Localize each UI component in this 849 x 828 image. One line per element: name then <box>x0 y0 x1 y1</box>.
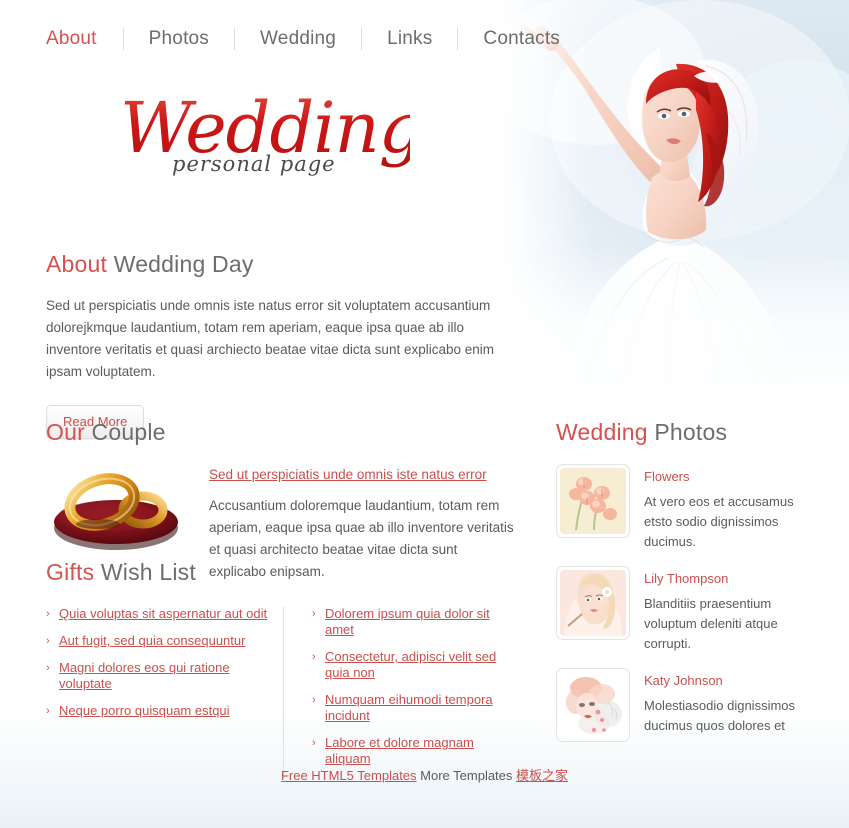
list-item: › Quia voluptas sit aspernatur aut odit <box>46 606 283 622</box>
couple-heading: Our Couple <box>46 418 516 446</box>
nav-item-about[interactable]: About <box>46 26 123 52</box>
photo-title[interactable]: Flowers <box>644 469 816 484</box>
chevron-right-icon: › <box>312 651 316 663</box>
photo-description: Blanditiis praesentium voluptum deleniti… <box>644 596 778 651</box>
gifts-heading-accent: Gifts <box>46 559 95 585</box>
couple-heading-rest: Couple <box>84 419 166 445</box>
chevron-right-icon: › <box>46 635 50 647</box>
footer-plain-text: More Templates <box>416 768 517 783</box>
list-item: › Aut fugit, sed quia consequuntur <box>46 633 283 649</box>
chevron-right-icon: › <box>46 662 50 674</box>
list-item: › Consectetur, adipisci velit sed quia no… <box>312 649 516 681</box>
hero-bottom-fade <box>500 250 849 420</box>
chevron-right-icon: › <box>46 608 50 620</box>
lily-thompson-thumbnail[interactable] <box>556 566 630 640</box>
photos-heading-rest: Photos <box>647 419 728 445</box>
chevron-right-icon: › <box>312 737 316 749</box>
gifts-wish-list-section: Gifts Wish List › Quia voluptas sit asper… <box>46 558 516 778</box>
gift-link[interactable]: Labore et dolore magnam aliquam <box>325 735 474 766</box>
photo-description: At vero eos et accusamus etsto sodio dig… <box>644 494 794 549</box>
katy-johnson-thumbnail[interactable] <box>556 668 630 742</box>
list-item: › Magni dolores eos qui ratione voluptate <box>46 660 283 692</box>
site-logo[interactable]: Wedding personal page <box>120 88 424 208</box>
gifts-heading-rest: Wish List <box>94 559 196 585</box>
hero-banner <box>500 0 849 420</box>
photo-description: Molestiasodio dignissimos ducimus quos d… <box>644 698 796 733</box>
nav-item-wedding[interactable]: Wedding <box>235 26 361 52</box>
gifts-heading: Gifts Wish List <box>46 558 516 586</box>
photos-heading-accent: Wedding <box>556 419 648 445</box>
about-paragraph: Sed ut perspiciatis unde omnis iste natu… <box>46 298 495 379</box>
footer-link-chinese[interactable]: 模板之家 <box>516 768 568 783</box>
chevron-right-icon: › <box>312 608 316 620</box>
gifts-column-right: › Dolorem ipsum quia dolor sit amet › Cons… <box>283 606 516 778</box>
main-navigation: About Photos Wedding Links Contacts <box>0 26 585 52</box>
couple-heading-accent: Our <box>46 419 85 445</box>
couple-link[interactable]: Sed ut perspiciatis unde omnis iste natu… <box>209 467 487 482</box>
footer: Free HTML5 Templates More Templates 模板之家 <box>0 765 849 784</box>
gift-link[interactable]: Consectetur, adipisci velit sed quia non <box>325 649 496 680</box>
photo-title[interactable]: Lily Thompson <box>644 571 816 586</box>
gift-link[interactable]: Numquam eihumodi tempora incidunt <box>325 692 493 723</box>
about-heading-accent: About <box>46 251 108 277</box>
photo-title[interactable]: Katy Johnson <box>644 673 816 688</box>
list-item: Flowers At vero eos et accusamus etsto s… <box>556 464 816 552</box>
gifts-column-left: › Quia voluptas sit aspernatur aut odit ›… <box>46 606 283 778</box>
gift-link[interactable]: Dolorem ipsum quia dolor sit amet <box>325 606 490 637</box>
photos-heading: Wedding Photos <box>556 418 816 446</box>
list-item: › Neque porro quisquam estqui <box>46 703 283 719</box>
gift-link[interactable]: Neque porro quisquam estqui <box>59 703 230 718</box>
wedding-photos-section: Wedding Photos Flowers At vero eos et ac… <box>556 418 816 756</box>
list-item: › Dolorem ipsum quia dolor sit amet <box>312 606 516 638</box>
page-root: About Photos Wedding Links Contacts Wedd… <box>0 0 849 828</box>
about-section: About Wedding Day Sed ut perspiciatis un… <box>46 250 506 439</box>
flowers-thumbnail[interactable] <box>556 464 630 538</box>
footer-link-templates[interactable]: Free HTML5 Templates <box>281 768 417 783</box>
gift-link[interactable]: Quia voluptas sit aspernatur aut odit <box>59 606 267 621</box>
about-heading-rest: Wedding Day <box>107 251 254 277</box>
list-item: › Numquam eihumodi tempora incidunt <box>312 692 516 724</box>
chevron-right-icon: › <box>312 694 316 706</box>
chevron-right-icon: › <box>46 705 50 717</box>
nav-item-photos[interactable]: Photos <box>124 26 234 52</box>
list-item: › Labore et dolore magnam aliquam <box>312 735 516 767</box>
nav-item-links[interactable]: Links <box>362 26 457 52</box>
gift-link[interactable]: Aut fugit, sed quia consequuntur <box>59 633 245 648</box>
nav-item-contacts[interactable]: Contacts <box>458 26 585 52</box>
list-item: Katy Johnson Molestiasodio dignissimos d… <box>556 668 816 742</box>
gift-link[interactable]: Magni dolores eos qui ratione voluptate <box>59 660 230 691</box>
list-item: Lily Thompson Blanditiis praesentium vol… <box>556 566 816 654</box>
about-heading: About Wedding Day <box>46 250 506 278</box>
